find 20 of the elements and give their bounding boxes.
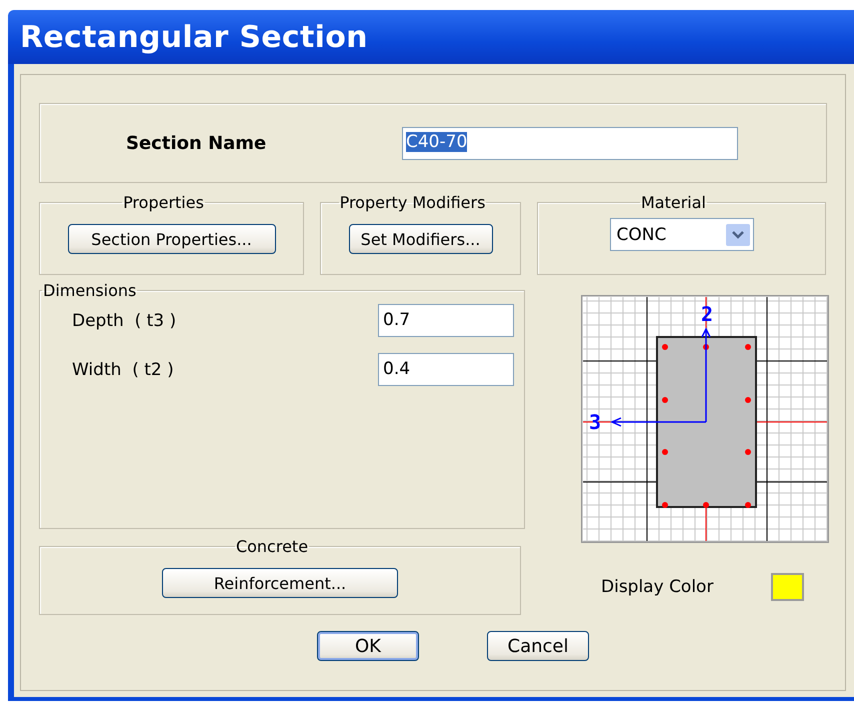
group-label: Properties: [122, 193, 205, 212]
section-properties-button[interactable]: Section Properties...: [68, 224, 276, 254]
group-label: Property Modifiers: [338, 193, 486, 212]
reinforcement-button[interactable]: Reinforcement...: [162, 568, 398, 598]
dialog-button[interactable]: Cancel: [487, 631, 589, 661]
group-label: Dimensions: [42, 281, 138, 300]
color-swatch[interactable]: [771, 573, 804, 601]
material-dropdown[interactable]: CONC: [610, 218, 754, 251]
window-title: Rectangular Section: [20, 20, 368, 54]
input-field[interactable]: 0.4: [378, 353, 514, 386]
dimension-label: Width ( t2 ): [71, 360, 175, 380]
dialog-button[interactable]: OK: [317, 631, 419, 661]
section-name-label: Section Name: [126, 132, 268, 154]
group-label: Material: [640, 193, 707, 212]
display-color-label: Display Color: [601, 577, 714, 597]
group-label: Concrete: [234, 537, 310, 556]
dimension-label: Depth ( t3 ): [71, 310, 178, 330]
input-field[interactable]: C40-70: [402, 126, 738, 160]
input-field[interactable]: 0.7: [378, 304, 514, 337]
set-modifiers-button[interactable]: Set Modifiers...: [348, 224, 492, 254]
